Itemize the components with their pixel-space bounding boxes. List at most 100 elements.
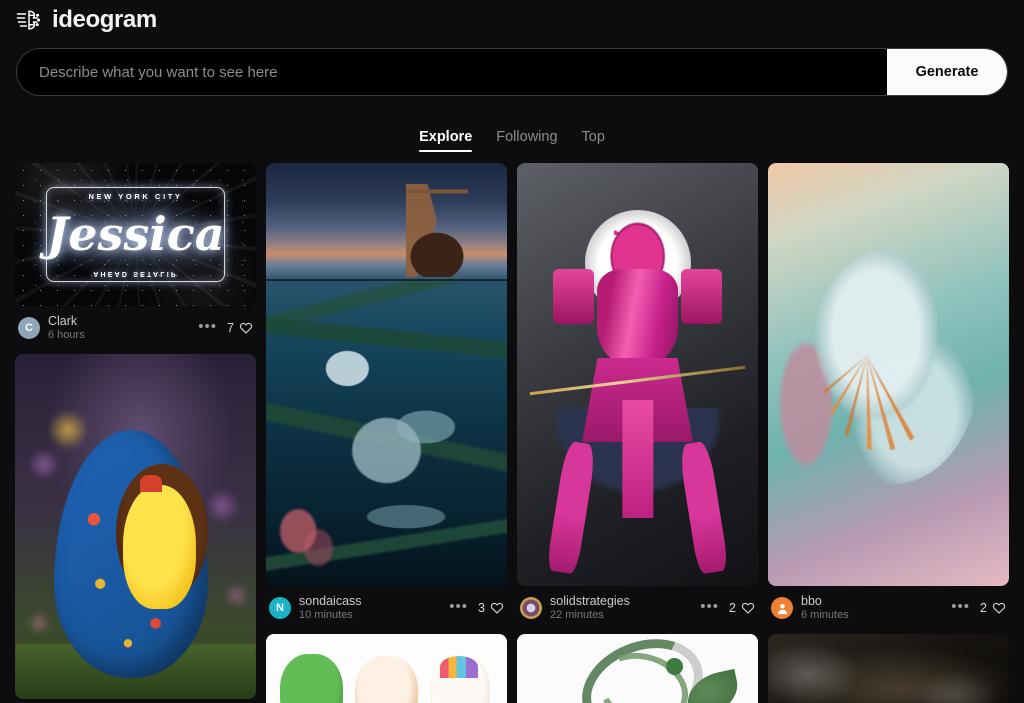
avatar[interactable]: C (18, 317, 40, 339)
app-header: ideogram (0, 0, 1024, 40)
pirate-ship-shape (405, 184, 469, 278)
feed-card: bbo 6 minutes ••• 2 (768, 163, 1009, 624)
brand-name[interactable]: ideogram (52, 6, 157, 34)
artwork-arc-bottom-text: AHEAD SETALIP (93, 270, 178, 278)
samurai-figure (517, 163, 758, 586)
like-count: 2 (729, 601, 736, 615)
like-count: 7 (227, 321, 234, 335)
ideogram-app: ideogram Generate Explore Following Top … (0, 0, 1024, 703)
prompt-bar-container: Generate (0, 40, 1024, 96)
feed-column: N sondaicass 10 minutes ••• 3 (266, 163, 507, 703)
feed-card: CRYPTO (768, 634, 1009, 703)
artwork-thumbnail-sea-dragon[interactable] (266, 163, 507, 586)
artwork-image (266, 163, 507, 586)
card-actions: ••• 3 (449, 599, 504, 618)
feed-card: NEW YORK CITY Jessica AHEAD SETALIP C Cl… (15, 163, 256, 344)
tab-following[interactable]: Following (496, 129, 557, 152)
author-block: bbo 6 minutes (801, 594, 943, 622)
like-count: 3 (478, 601, 485, 615)
more-options-icon[interactable]: ••• (951, 599, 970, 618)
artwork-image (768, 163, 1009, 586)
artwork-thumbnail-organic-pod[interactable] (768, 163, 1009, 586)
author-username[interactable]: solidstrategies (550, 594, 692, 609)
heart-icon (490, 602, 504, 614)
like-count: 2 (980, 601, 987, 615)
more-options-icon[interactable]: ••• (198, 319, 217, 338)
artwork-thumbnail-stickers[interactable] (266, 634, 507, 703)
artwork-arc-top-text: NEW YORK CITY (88, 191, 183, 201)
post-timestamp: 6 hours (48, 328, 85, 341)
post-timestamp: 22 minutes (550, 608, 604, 621)
post-timestamp: 6 minutes (801, 608, 849, 621)
vein-pattern-decoration (821, 281, 942, 451)
right-pauldron-shape (680, 268, 722, 324)
avatar[interactable]: N (269, 597, 291, 619)
dinosaur-sticker-shape (280, 654, 344, 703)
artwork-thumbnail-easter-egg[interactable] (15, 354, 256, 699)
chick-shape (123, 485, 196, 610)
heart-icon (741, 602, 755, 614)
person-icon (777, 603, 787, 614)
card-meta: C Clark 6 hours ••• 7 (15, 312, 256, 344)
tab-explore[interactable]: Explore (419, 129, 473, 152)
left-pauldron-shape (553, 268, 595, 324)
feed-grid: NEW YORK CITY Jessica AHEAD SETALIP C Cl… (0, 163, 1024, 703)
torso-armor-shape (596, 268, 679, 367)
like-button[interactable]: 2 (729, 601, 755, 615)
artwork-thumbnail-samurai[interactable] (517, 163, 758, 586)
brain-logo-icon[interactable] (16, 7, 42, 33)
more-options-icon[interactable]: ••• (700, 599, 719, 618)
cat-sticker-shape (355, 656, 418, 703)
feed-column: bbo 6 minutes ••• 2 (768, 163, 1009, 703)
artwork-word-text: CRYPTO (768, 699, 1009, 703)
author-block: sondaicass 10 minutes (299, 594, 441, 622)
like-button[interactable]: 7 (227, 321, 253, 335)
avatar[interactable] (771, 597, 793, 619)
feed-card (517, 634, 758, 703)
artwork-thumbnail-swirl[interactable] (517, 634, 758, 703)
author-username[interactable]: sondaicass (299, 594, 441, 609)
rainbow-mane-decoration (439, 656, 479, 678)
card-actions: ••• 7 (198, 319, 253, 338)
artwork-image (517, 634, 758, 703)
card-meta: solidstrategies 22 minutes ••• 2 (517, 592, 758, 624)
like-button[interactable]: 3 (478, 601, 504, 615)
tab-top[interactable]: Top (582, 129, 605, 152)
feed-tabs: Explore Following Top (0, 110, 1024, 152)
prompt-bar: Generate (16, 48, 1008, 96)
author-username[interactable]: Clark (48, 314, 190, 329)
card-actions: ••• 2 (700, 599, 755, 618)
heart-icon (239, 322, 253, 334)
artwork-thumbnail-jessica[interactable]: NEW YORK CITY Jessica AHEAD SETALIP (15, 163, 256, 306)
feed-column: solidstrategies 22 minutes ••• 2 (517, 163, 758, 703)
artwork-image: NEW YORK CITY Jessica AHEAD SETALIP (15, 163, 256, 306)
feed-card: solidstrategies 22 minutes ••• 2 (517, 163, 758, 624)
artwork-script-text: Jessica (46, 206, 225, 261)
author-block: Clark 6 hours (48, 314, 190, 342)
more-options-icon[interactable]: ••• (449, 599, 468, 618)
chick-comb-shape (140, 474, 162, 492)
artwork-image (15, 354, 256, 699)
helmet-shape (606, 217, 669, 273)
artwork-image (517, 163, 758, 586)
card-actions: ••• 2 (951, 599, 1006, 618)
tasset-shape (621, 399, 654, 519)
coral-decoration (273, 492, 336, 570)
artwork-image: CRYPTO (768, 634, 1009, 703)
avatar[interactable] (520, 597, 542, 619)
feed-card: N sondaicass 10 minutes ••• 3 (266, 163, 507, 624)
prompt-input[interactable] (17, 49, 887, 95)
artwork-thumbnail-crypto[interactable]: CRYPTO (768, 634, 1009, 703)
card-meta: bbo 6 minutes ••• 2 (768, 592, 1009, 624)
feed-card (266, 634, 507, 703)
author-username[interactable]: bbo (801, 594, 943, 609)
generate-button[interactable]: Generate (887, 49, 1007, 95)
feed-column: NEW YORK CITY Jessica AHEAD SETALIP C Cl… (15, 163, 256, 699)
artwork-image (266, 634, 507, 703)
feed-card (15, 354, 256, 699)
heart-icon (992, 602, 1006, 614)
like-button[interactable]: 2 (980, 601, 1006, 615)
post-timestamp: 10 minutes (299, 608, 353, 621)
author-block: solidstrategies 22 minutes (550, 594, 692, 622)
card-meta: N sondaicass 10 minutes ••• 3 (266, 592, 507, 624)
